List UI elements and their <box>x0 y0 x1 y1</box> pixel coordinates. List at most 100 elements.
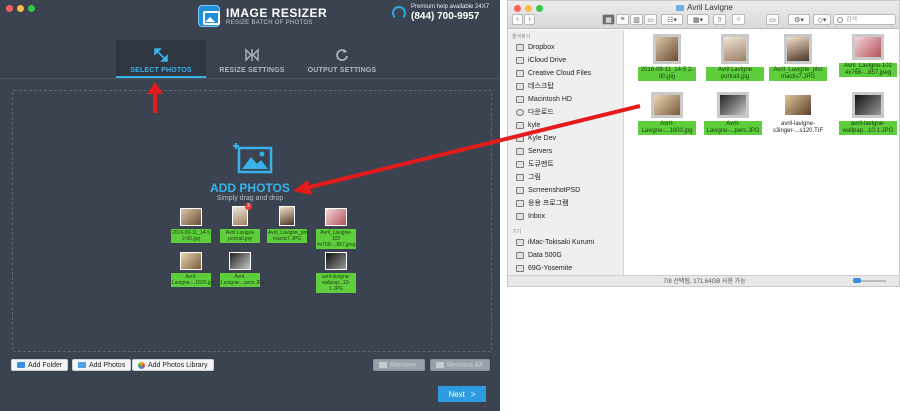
sidebar-item-applications[interactable]: 응용 프로그램 <box>516 198 569 208</box>
chevron-left-icon: ‹ <box>516 16 519 23</box>
minimize-window-button[interactable] <box>17 5 24 12</box>
sidebar-item-label: 응용 프로그램 <box>528 200 569 207</box>
remove-button[interactable]: Remove <box>373 359 425 371</box>
back-button[interactable]: ‹ <box>512 14 523 25</box>
dropbox-icon <box>516 43 524 51</box>
file-item[interactable]: Avril-Lavigne-...1600.jpg <box>638 92 696 135</box>
tags-button[interactable]: ○ <box>732 14 745 25</box>
sidebar-item-yosemite[interactable]: 69G-Yosemite <box>516 263 572 273</box>
sidebar-item-dropbox[interactable]: Dropbox <box>516 42 554 52</box>
photo-caption: Avril_Lavigne_pho mactiv7.JPG <box>267 229 310 243</box>
arrange-button[interactable]: ▦▾ <box>687 14 709 25</box>
sidebar-item-label: Inbox <box>528 212 546 220</box>
file-name: avril-lavigne-wallpap...10-1.JPG <box>839 121 897 135</box>
photo-thumbnail[interactable]: Avril-Lavigne-...pers.JPG <box>220 252 265 287</box>
app-header: IMAGE RESIZER RESIZE BATCH OF PHOTOS Pre… <box>0 0 500 40</box>
photo-thumbnail[interactable]: 2016-09-11_14-5 2-00.jpg <box>171 208 211 243</box>
file-item[interactable]: Avril_Lavigne_pho mactiv7.JPG <box>769 34 827 81</box>
folder-icon <box>516 69 524 77</box>
next-button[interactable]: Next > <box>438 386 486 402</box>
close-window-button[interactable] <box>6 5 13 12</box>
sidebar-item-imac[interactable]: iMac-Tokisaki Kurumi <box>516 237 594 247</box>
add-folder-button[interactable]: Add Folder <box>11 359 69 371</box>
dropbox-icon: ◇▾ <box>817 16 827 24</box>
tab-resize-settings[interactable]: RESIZE SETTINGS <box>208 40 296 78</box>
sidebar-item-label: ScrreenshotPSD <box>528 186 581 194</box>
file-thumbnail <box>782 92 814 118</box>
action-button[interactable]: ⚙▾ <box>788 14 810 25</box>
folder-icon <box>17 362 25 368</box>
sidebar-item-data-500g[interactable]: Data 500G <box>516 250 562 260</box>
photo-thumbnail[interactable]: Avril-Lavigne-...1600.jpg <box>171 252 215 287</box>
tab-select-photos[interactable]: SELECT PHOTOS <box>116 40 206 78</box>
file-name: Avril Lavigne portrait.jpg <box>706 67 764 81</box>
file-name: Avril-Lavigne-...pers.JPG <box>704 121 762 135</box>
sidebar-item-desktop[interactable]: 데스크탑 <box>516 81 554 91</box>
add-photos-library-button[interactable]: Add Photos Library <box>132 359 214 371</box>
columns-icon: ▥ <box>633 16 640 24</box>
new-folder-button[interactable]: ▭ <box>766 14 779 25</box>
sidebar-item-kyle-dev[interactable]: Kyle Dev <box>516 133 556 143</box>
share-button[interactable]: ⇧ <box>713 14 726 25</box>
sidebar-item-creative-cloud[interactable]: Creative Cloud Files <box>516 68 591 78</box>
sidebar-item-label: kyle <box>528 121 541 129</box>
folder-icon <box>516 212 524 220</box>
file-item[interactable]: 2016-09-11_14-5 2-00.jpg <box>638 34 696 81</box>
icon-view-button[interactable]: ▦ <box>602 14 615 25</box>
sidebar-item-documents[interactable]: 도큐멘트 <box>516 159 554 169</box>
file-item[interactable]: Avril-Lavigne-...pers.JPG <box>704 92 762 135</box>
photo-image <box>180 252 202 270</box>
add-photo-icon[interactable] <box>231 140 273 174</box>
file-item[interactable]: avril-lavigne-s3inger-...s120.TIF <box>769 92 827 135</box>
sidebar-item-kyle[interactable]: kyle <box>516 120 540 130</box>
list-icon: ≡ <box>620 16 625 23</box>
file-item[interactable]: Avril_Lavigne-102 4x768-...857.jpeg <box>839 34 897 77</box>
dropbox-button[interactable]: ◇▾ <box>813 14 831 25</box>
list-view-button[interactable]: ≡ <box>616 14 629 25</box>
button-label: Add Folder <box>28 361 63 369</box>
sidebar-item-label: 그림 <box>528 174 541 181</box>
sidebar-item-downloads[interactable]: 다운로드 <box>516 107 554 117</box>
sidebar-item-icloud[interactable]: iCloud Drive <box>516 55 566 65</box>
count-badge: 2 <box>245 203 252 210</box>
group-by-button[interactable]: ☷▾ <box>661 14 683 25</box>
file-thumbnail <box>784 34 812 64</box>
tab-output-settings[interactable]: OUTPUT SETTINGS <box>298 40 386 78</box>
gear-icon: ⚙▾ <box>794 16 804 24</box>
arrange-icon: ☷▾ <box>667 16 677 24</box>
sidebar-item-servers[interactable]: Servers <box>516 146 552 156</box>
file-name: Avril-Lavigne-...1600.jpg <box>638 121 696 135</box>
gallery-view-button[interactable]: ▭ <box>644 14 657 25</box>
add-photos-title: ADD PHOTOS <box>210 181 290 195</box>
add-photos-button[interactable]: Add Photos <box>72 359 132 371</box>
icon-size-slider[interactable] <box>853 278 886 283</box>
folder-icon <box>516 147 524 155</box>
sidebar-item-inbox[interactable]: Inbox <box>516 211 545 221</box>
photo-thumbnail[interactable]: Avril_Lavigne_pho mactiv7.JPG <box>267 206 310 243</box>
zoom-window-button[interactable] <box>28 5 35 12</box>
trash-icon <box>379 362 387 368</box>
file-thumbnail <box>653 34 681 64</box>
forward-button[interactable]: › <box>524 14 535 25</box>
document-icon <box>516 160 524 168</box>
file-name: avril-lavigne-s3inger-...s120.TIF <box>772 121 824 134</box>
sidebar-item-macintosh-hd[interactable]: Macintosh HD <box>516 94 572 104</box>
photo-thumbnail[interactable]: 2 Avril Lavigne portrait.jpg <box>220 203 260 243</box>
grid-icon: ▦ <box>605 16 612 24</box>
file-name: Avril_Lavigne_pho mactiv7.JPG <box>769 67 827 81</box>
button-label: Remove All <box>447 361 483 369</box>
column-view-button[interactable]: ▥ <box>630 14 643 25</box>
sidebar-item-pictures[interactable]: 그림 <box>516 172 541 182</box>
remove-all-button[interactable]: Remove All <box>430 359 490 371</box>
photo-thumbnail[interactable]: Avril_Lavigne-102 4x768-...857.jpeg <box>316 208 356 249</box>
sidebar-item-screenshotpsd[interactable]: ScrreenshotPSD <box>516 185 580 195</box>
expand-arrows-icon <box>154 48 168 62</box>
file-item[interactable]: Avril Lavigne portrait.jpg <box>706 34 764 81</box>
file-item[interactable]: avril-lavigne-wallpap...10-1.JPG <box>839 92 897 135</box>
photo-caption: Avril_Lavigne-102 4x768-...857.jpeg <box>316 229 356 249</box>
add-photos-subtitle: Simply drag and drop <box>216 195 284 202</box>
help-phone-number[interactable]: (844) 700-9957 <box>411 11 479 22</box>
button-label: Next <box>448 389 465 399</box>
photo-thumbnail[interactable]: avril-lavigne-wallpap...10-1.JPG <box>316 252 356 293</box>
search-input[interactable]: 검색 <box>833 14 896 25</box>
